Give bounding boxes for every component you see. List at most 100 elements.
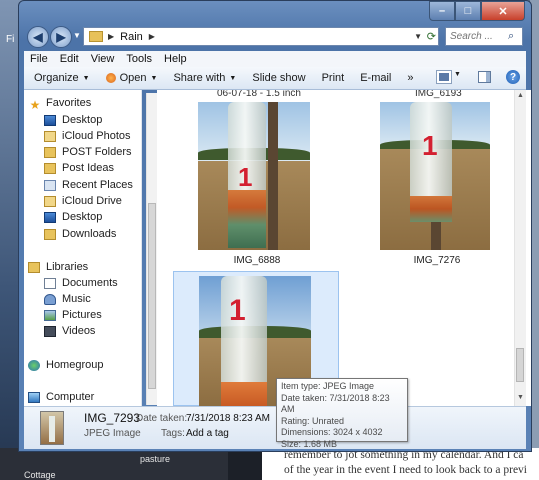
forward-button[interactable]: ▶ (50, 26, 72, 48)
breadcrumb-arrow-icon[interactable]: ▶ (149, 32, 155, 41)
sidebar-item-videos[interactable]: Videos (44, 323, 141, 339)
navigation-row: ◀ ▶ ▼ ▶ Rain ▶ ▼ ⟳ ⌕ (25, 25, 525, 49)
organize-label: Organize (34, 72, 79, 84)
print-button[interactable]: Print (314, 72, 353, 84)
tooltip-line: Dimensions: 3024 x 4032 (281, 427, 383, 438)
menu-tools[interactable]: Tools (120, 53, 158, 65)
open-button[interactable]: Open ▼ (98, 72, 166, 84)
sidebar-item-label: Computer (46, 391, 95, 403)
sidebar-item-label: Desktop (62, 114, 103, 126)
sidebar-item-label: iCloud Photos (62, 130, 131, 142)
recent-places-icon (44, 179, 56, 191)
desktop-icon (44, 114, 56, 126)
thumbnail-tile[interactable]: 1 IMG_7276 (367, 100, 507, 270)
refresh-icon[interactable]: ⟳ (427, 30, 436, 43)
navigation-scrollbar[interactable] (146, 93, 157, 405)
sidebar-item-label: Documents (62, 277, 118, 289)
music-icon (44, 293, 56, 305)
gauge-mark: 1 (422, 130, 438, 161)
menu-view[interactable]: View (85, 53, 121, 65)
chevron-down-icon: ▼ (150, 74, 158, 82)
sidebar-item-favorites[interactable]: ★ Favorites (28, 95, 138, 112)
thumbnail-label[interactable]: IMG_7276 (367, 255, 507, 266)
file-caption[interactable]: IMG_6193 (415, 90, 462, 99)
sidebar-item-label: Desktop (62, 211, 103, 223)
sidebar-item-downloads[interactable]: Downloads (44, 226, 141, 242)
maximize-button[interactable]: □ (455, 1, 481, 21)
back-button[interactable]: ◀ (27, 26, 49, 48)
gauge-mark: 1 (238, 162, 253, 192)
address-bar[interactable]: ▶ Rain ▶ ▼ ⟳ (83, 27, 439, 46)
address-dropdown-icon[interactable]: ▼ (414, 32, 422, 41)
sidebar-item-recent-places[interactable]: Recent Places (44, 177, 141, 193)
sidebar-item-icloud-photos[interactable]: iCloud Photos (44, 128, 141, 144)
documents-icon (44, 277, 56, 289)
sidebar-item-pictures[interactable]: Pictures (44, 307, 141, 323)
change-view-icon[interactable] (436, 70, 452, 84)
background-strip (228, 448, 262, 480)
breadcrumb-folder[interactable]: Rain (120, 31, 143, 43)
details-pane: IMG_7293 JPEG Image Date taken: 7/31/201… (24, 406, 526, 449)
explorer-window: – □ ✕ ◀ ▶ ▼ ▶ Rain ▶ ▼ ⟳ ⌕ File Edit Vie… (18, 0, 532, 452)
search-icon[interactable]: ⌕ (508, 30, 514, 43)
search-input[interactable] (446, 30, 508, 43)
sidebar-item-documents[interactable]: Documents (44, 275, 141, 291)
sidebar-item-label: Downloads (62, 228, 117, 240)
breadcrumb-arrow-icon[interactable]: ▶ (108, 32, 114, 41)
photo-thumbnail[interactable]: 1 (380, 102, 490, 250)
file-caption[interactable]: 06-07-18 - 1.5 inch (217, 90, 301, 99)
tooltip-line: Size: 1.68 MB (281, 438, 338, 449)
sidebar-item-post-ideas[interactable]: Post Ideas (44, 160, 141, 176)
chevron-down-icon: ▼ (229, 74, 237, 82)
chevron-down-icon[interactable]: ▼ (454, 71, 461, 78)
close-button[interactable]: ✕ (481, 1, 525, 21)
date-taken-value[interactable]: 7/31/2018 8:23 AM (186, 413, 270, 424)
preview-pane-icon[interactable] (478, 71, 491, 83)
sidebar-item-music[interactable]: Music (44, 291, 141, 307)
selected-file-name: IMG_7293 (84, 411, 141, 425)
desktop-icon (44, 211, 56, 223)
menu-help[interactable]: Help (158, 53, 193, 65)
background-label-pasture: pasture (140, 454, 171, 464)
sidebar-item-post-folders[interactable]: POST Folders (44, 144, 141, 160)
search-box[interactable]: ⌕ (445, 27, 523, 46)
open-label: Open (119, 72, 147, 84)
thumbnail-tile[interactable]: 1 IMG_6888 (187, 100, 327, 270)
share-with-button[interactable]: Share with ▼ (165, 72, 244, 84)
navigation-pane: ★ Favorites Desktop iCloud Photos POST F… (24, 90, 142, 406)
sidebar-item-homegroup[interactable]: Homegroup (28, 357, 138, 373)
photo-thumbnail[interactable]: 1 (198, 102, 310, 250)
sidebar-item-desktop[interactable]: Desktop (44, 112, 141, 128)
folder-icon (44, 146, 56, 158)
slide-show-button[interactable]: Slide show (244, 72, 313, 84)
scrollbar-thumb[interactable] (516, 348, 524, 382)
scroll-down-icon[interactable]: ▼ (517, 394, 524, 401)
minimize-button[interactable]: – (429, 1, 455, 21)
more-commands-button[interactable]: » (399, 72, 421, 84)
tags-label: Tags: (161, 428, 185, 439)
folder-icon (89, 31, 103, 42)
organize-button[interactable]: Organize ▼ (24, 72, 98, 84)
menu-file[interactable]: File (24, 53, 54, 65)
scroll-up-icon[interactable]: ▲ (517, 92, 524, 99)
article-line: of the year in the event I need to look … (284, 464, 528, 476)
computer-icon (28, 391, 40, 403)
sidebar-item-label: iCloud Drive (62, 195, 122, 207)
sidebar-item-label: Pictures (62, 309, 102, 321)
sidebar-item-icloud-drive[interactable]: iCloud Drive (44, 193, 141, 209)
help-button[interactable]: ? (506, 70, 520, 84)
sidebar-item-desktop-2[interactable]: Desktop (44, 209, 141, 225)
scrollbar-thumb[interactable] (148, 203, 156, 389)
email-button[interactable]: E-mail (352, 72, 399, 84)
sidebar-item-computer[interactable]: Computer (28, 389, 138, 405)
thumbnail-label[interactable]: IMG_6888 (187, 255, 327, 266)
sidebar-item-label: Recent Places (62, 179, 133, 191)
star-icon: ★ (29, 97, 41, 112)
sidebar-item-label: Homegroup (46, 359, 104, 371)
tags-field[interactable]: Add a tag (186, 428, 229, 439)
recent-pages-dropdown[interactable]: ▼ (73, 31, 81, 40)
sidebar-item-libraries[interactable]: Libraries (28, 259, 138, 275)
share-with-label: Share with (173, 72, 226, 84)
file-list-scrollbar[interactable]: ▲ ▼ (514, 90, 526, 406)
menu-edit[interactable]: Edit (54, 53, 85, 65)
